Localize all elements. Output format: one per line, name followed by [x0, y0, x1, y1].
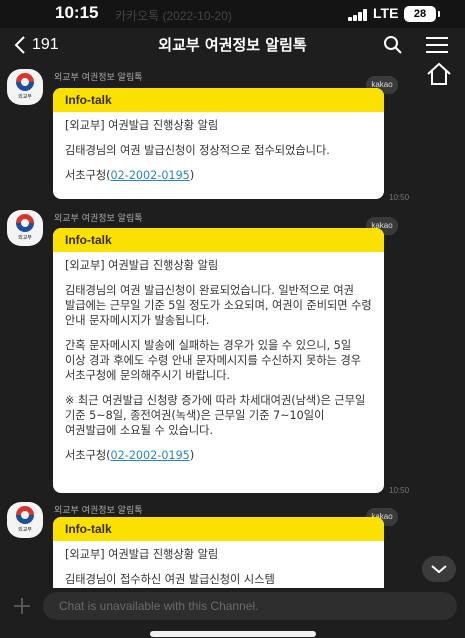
status-ghost-text: 카카오톡 (2022-10-20): [115, 9, 232, 23]
message-paragraph: [외교부] 여권발급 진행상황 알림: [65, 548, 219, 561]
avatar-label: 외교부: [18, 527, 32, 533]
message-paragraph: 김태경님의 여권 발급신청이 정상적으로 접수되었습니다.: [65, 144, 330, 157]
message-body: [외교부] 여권발급 진행상황 알림 김태경님의 여권 발급신청이 완료되었습니…: [53, 252, 384, 471]
chat-input[interactable]: [43, 592, 457, 620]
menu-icon[interactable]: [426, 36, 448, 54]
message-bubble: Info-talk [외교부] 여권발급 진행상황 알림 김태경님의 여권 발급…: [53, 228, 384, 493]
channel-avatar[interactable]: 외교부: [7, 502, 43, 538]
message-paragraph: ※ 최근 여권발급 신청량 증가에 따라 차세대여권(남색)은 근무일 기준 5…: [65, 394, 366, 437]
message-paragraph: 김태경님의 여권 발급신청이 완료되었습니다. 일반적으로 여권 발급에는 근무…: [65, 284, 372, 327]
home-indicator: [150, 631, 316, 637]
message-paragraph: 김태경님이 접수하신 여권 발급신청이 시스템: [65, 573, 275, 586]
contact-prefix: 서초구청(: [65, 449, 111, 462]
message-time: 10:50: [389, 486, 410, 495]
plus-icon[interactable]: [12, 596, 32, 616]
message-paragraph: [외교부] 여권발급 진행상황 알림: [65, 259, 219, 272]
avatar-label: 외교부: [18, 235, 32, 241]
channel-avatar[interactable]: 외교부: [7, 69, 43, 105]
message-body: [외교부] 여권발급 진행상황 알림 김태경님이 접수하신 여권 발급신청이 시…: [53, 541, 384, 589]
status-time: 10:15: [55, 3, 99, 22]
contact-line: 서초구청(02-2002-0195): [65, 168, 372, 183]
info-talk-header: Info-talk: [53, 88, 384, 112]
message-bubble: Info-talk [외교부] 여권발급 진행상황 알림 김태경님의 여권 발급…: [53, 88, 384, 199]
avatar-label: 외교부: [18, 94, 32, 100]
emblem-icon: [16, 214, 34, 232]
emblem-icon: [16, 73, 34, 91]
message-paragraph: 간혹 문자메시지 발송에 실패하는 경우가 있을 수 있으니, 5일 이상 경과…: [65, 339, 362, 382]
battery-icon: 28: [404, 6, 440, 22]
contact-suffix: ): [189, 449, 195, 462]
phone-link[interactable]: 02-2002-0195: [111, 169, 190, 182]
contact-suffix: ): [189, 169, 195, 182]
home-icon[interactable]: [422, 60, 456, 88]
sender-name: 외교부 여권정보 알림톡: [54, 506, 143, 516]
sender-name: 외교부 여권정보 알림톡: [54, 73, 143, 83]
network-label: LTE: [373, 5, 399, 21]
chevron-down-icon: [431, 565, 447, 574]
phone-link[interactable]: 02-2002-0195: [111, 449, 190, 462]
contact-prefix: 서초구청(: [65, 169, 111, 182]
channel-avatar[interactable]: 외교부: [7, 210, 43, 246]
scroll-down-button[interactable]: [422, 556, 456, 582]
info-talk-header: Info-talk: [53, 517, 384, 541]
input-bar: [0, 588, 465, 624]
message-time: 10:50: [389, 193, 410, 202]
status-bar: 10:15 카카오톡 (2022-10-20) LTE 28: [0, 0, 465, 28]
sender-name: 외교부 여권정보 알림톡: [54, 214, 143, 224]
emblem-icon: [16, 506, 34, 524]
message-bubble: Info-talk [외교부] 여권발급 진행상황 알림 김태경님이 접수하신 …: [53, 517, 384, 589]
signal-icon: [348, 9, 370, 21]
chat-header: 191 외교부 여권정보 알림톡: [0, 28, 465, 62]
message-paragraph: [외교부] 여권발급 진행상황 알림: [65, 119, 219, 132]
search-icon[interactable]: [383, 35, 403, 55]
message-body: [외교부] 여권발급 진행상황 알림 김태경님의 여권 발급신청이 정상적으로 …: [53, 112, 384, 191]
info-talk-header: Info-talk: [53, 228, 384, 252]
contact-line: 서초구청(02-2002-0195): [65, 448, 372, 463]
